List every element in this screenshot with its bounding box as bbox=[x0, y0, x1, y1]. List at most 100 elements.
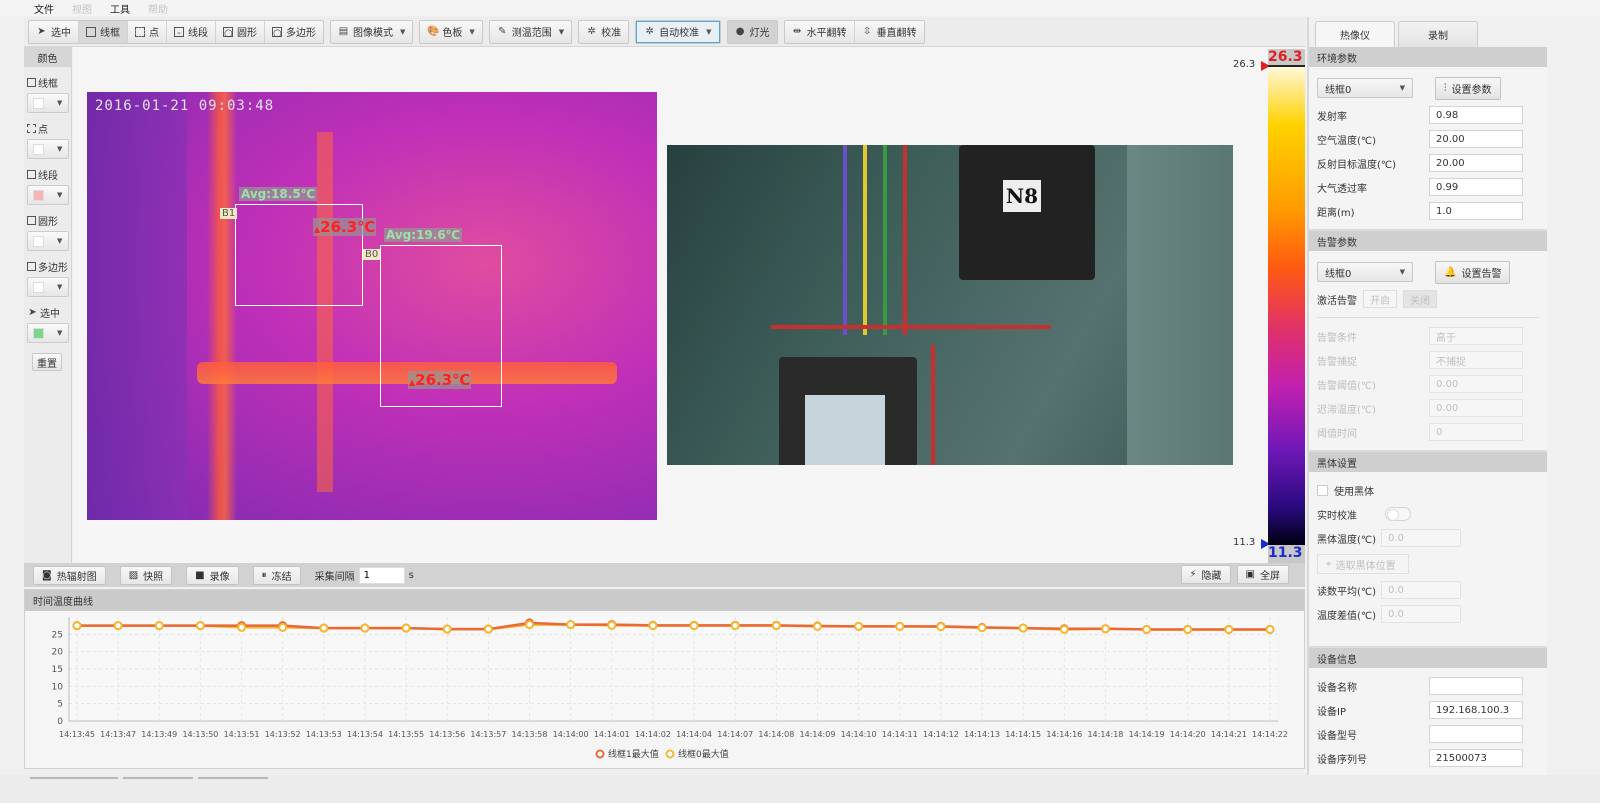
bottom-tab[interactable] bbox=[123, 777, 193, 779]
thermal-capture-button[interactable]: ◙ 热辐射图 bbox=[33, 565, 106, 585]
bulb-icon: ● bbox=[735, 26, 745, 37]
tool-line-button[interactable]: - 线段 bbox=[167, 20, 216, 43]
blackbody-temp-input[interactable] bbox=[1381, 529, 1461, 547]
visible-wire bbox=[883, 145, 887, 335]
image-mode-label: 图像模式 bbox=[353, 28, 393, 39]
polygon-icon: ○ bbox=[272, 26, 282, 39]
data-point bbox=[1142, 624, 1152, 634]
distance-input[interactable] bbox=[1429, 202, 1523, 220]
polygon-color-picker[interactable]: ▼ bbox=[27, 277, 69, 297]
tab-record[interactable]: 录制 bbox=[1398, 21, 1478, 47]
rect-color-picker[interactable]: ▼ bbox=[27, 93, 69, 113]
legend-label: 线框0最大值 bbox=[678, 748, 729, 760]
vflip-button[interactable]: ⇳ 垂直翻转 bbox=[855, 21, 924, 43]
chart-title: 时间温度曲线 bbox=[25, 590, 1304, 611]
point-color-picker[interactable]: ▼ bbox=[27, 139, 69, 159]
x-tick-label: 14:14:01 bbox=[594, 730, 630, 739]
tool-line-label: 线段 bbox=[188, 28, 208, 39]
interval-input[interactable] bbox=[358, 566, 405, 584]
temp-range-dropdown[interactable]: ✎ 测温范围 ▼ bbox=[490, 21, 571, 43]
emissivity-input[interactable] bbox=[1429, 106, 1523, 124]
alarm-condition-input[interactable] bbox=[1429, 327, 1523, 345]
image-mode-dropdown[interactable]: ▤ 图像模式 ▼ bbox=[331, 21, 412, 43]
pick-blackbody-button[interactable]: ⌖ 选取黑体位置 bbox=[1317, 554, 1409, 574]
alarm-activate-label: 激活告警 bbox=[1317, 295, 1357, 307]
reflect-temp-input[interactable] bbox=[1429, 154, 1523, 172]
tab-camera[interactable]: 热像仪 bbox=[1315, 21, 1395, 47]
bottom-tab[interactable] bbox=[30, 777, 118, 779]
visible-wire bbox=[843, 145, 847, 335]
x-tick-label: 14:14:18 bbox=[1087, 730, 1123, 739]
thermal-image[interactable]: 2016-01-21 09:03:48 B1 Avg:18.5℃ ▲26.3℃ … bbox=[87, 92, 657, 520]
hide-button[interactable]: ⚡ 隐藏 bbox=[1180, 565, 1231, 584]
device-model-input[interactable] bbox=[1429, 725, 1523, 743]
menu-view[interactable]: 视图 bbox=[72, 1, 92, 16]
toolbar: ➤ 选中 线框 点 - 线段 ○ 圆形 ○ 多边形 ▤ 图像模式 ▼ 🎨 色板 ▼ ✎ 测温范围 ▼… bbox=[24, 17, 1305, 47]
env-roi-select[interactable]: 线框0 ▼ bbox=[1317, 78, 1413, 98]
menu-tools[interactable]: 工具 bbox=[110, 1, 130, 16]
crosshair-icon: ⌖ bbox=[1326, 558, 1332, 570]
palette-dropdown[interactable]: 🎨 色板 ▼ bbox=[420, 21, 481, 43]
chevron-down-icon: ▼ bbox=[57, 99, 63, 107]
temp-diff-label: 温度差值(℃) bbox=[1317, 610, 1377, 622]
alarm-off-button[interactable]: 关闭 bbox=[1403, 290, 1437, 308]
circle-color-picker[interactable]: ▼ bbox=[27, 231, 69, 251]
set-params-button[interactable]: ⫶ 设置参数 bbox=[1435, 76, 1501, 100]
menu-help[interactable]: 帮助 bbox=[148, 1, 168, 16]
alarm-threshold-input[interactable] bbox=[1429, 375, 1523, 393]
freeze-button[interactable]: ⏸ 冻结 bbox=[252, 565, 301, 585]
menu-file[interactable]: 文件 bbox=[34, 1, 54, 16]
data-point bbox=[1059, 624, 1069, 634]
env-field-row: 空气温度(℃) bbox=[1317, 127, 1539, 151]
divider bbox=[1317, 317, 1539, 318]
reading-avg-input[interactable] bbox=[1381, 581, 1461, 599]
transmittance-label: 大气透过率 bbox=[1317, 183, 1367, 195]
legend-label: 线框1最大值 bbox=[608, 748, 659, 760]
realtime-calibrate-switch[interactable] bbox=[1385, 507, 1411, 521]
temp-diff-input[interactable] bbox=[1381, 605, 1461, 623]
data-point bbox=[1265, 624, 1275, 634]
tool-select-button[interactable]: ➤ 选中 bbox=[29, 20, 79, 43]
tool-circle-button[interactable]: ○ 圆形 bbox=[216, 20, 265, 43]
reset-button[interactable]: 重置 bbox=[32, 353, 62, 371]
snapshot-button[interactable]: ▨ 快照 bbox=[119, 565, 173, 585]
tool-select-label: 选中 bbox=[51, 28, 71, 39]
tool-point-button[interactable]: 点 bbox=[128, 20, 167, 43]
device-ip-input[interactable] bbox=[1429, 701, 1523, 719]
line-color-picker[interactable]: ▼ bbox=[27, 185, 69, 205]
tool-polygon-button[interactable]: ○ 多边形 bbox=[265, 21, 323, 43]
tool-rect-button[interactable]: 线框 bbox=[79, 20, 128, 43]
calibrate-button[interactable]: ✲ 校准 bbox=[579, 21, 628, 43]
legend-marker bbox=[595, 749, 605, 759]
device-serial-input[interactable] bbox=[1429, 749, 1523, 767]
fullscreen-button[interactable]: ▣ 全屏 bbox=[1236, 565, 1289, 584]
hysteresis-input[interactable] bbox=[1429, 399, 1523, 417]
set-alarm-button[interactable]: 🔔 设置告警 bbox=[1435, 260, 1511, 284]
alarm-roi-select[interactable]: 线框0 ▼ bbox=[1317, 262, 1413, 282]
bottom-tab[interactable] bbox=[198, 777, 268, 779]
x-tick-label: 14:14:13 bbox=[964, 730, 1000, 739]
alarm-capture-input[interactable] bbox=[1429, 351, 1523, 369]
roi-max-b0: ▲26.3℃ bbox=[408, 371, 472, 389]
shutter-icon: ✲ bbox=[645, 26, 654, 37]
transmittance-input[interactable] bbox=[1429, 178, 1523, 196]
alarm-field-row: 告警条件 bbox=[1317, 324, 1539, 348]
auto-calibrate-dropdown[interactable]: ✲ 自动校准 ▼ bbox=[636, 20, 720, 43]
chevron-down-icon: ▼ bbox=[57, 145, 63, 153]
alarm-on-button[interactable]: 开启 bbox=[1363, 290, 1397, 308]
interval-control: 采集间隔 s bbox=[315, 566, 414, 584]
air-temp-input[interactable] bbox=[1429, 130, 1523, 148]
record-button[interactable]: ■ 录像 bbox=[186, 565, 239, 585]
vflip-icon: ⇳ bbox=[862, 26, 872, 37]
thermal-hot-pipe bbox=[207, 92, 237, 520]
threshold-time-input[interactable] bbox=[1429, 423, 1523, 441]
hflip-button[interactable]: ⇹ 水平翻转 bbox=[785, 20, 855, 43]
visible-image[interactable]: N8 bbox=[667, 145, 1233, 465]
device-name-input[interactable] bbox=[1429, 677, 1523, 695]
selected-color-picker[interactable]: ▼ bbox=[27, 323, 69, 343]
use-blackbody-checkbox[interactable] bbox=[1317, 484, 1328, 496]
scale-max-label: 26.3 bbox=[1268, 49, 1305, 67]
x-tick-label: 14:14:20 bbox=[1170, 730, 1206, 739]
camera-icon: ◙ bbox=[42, 569, 52, 581]
light-toggle[interactable]: ● 灯光 bbox=[727, 20, 777, 43]
